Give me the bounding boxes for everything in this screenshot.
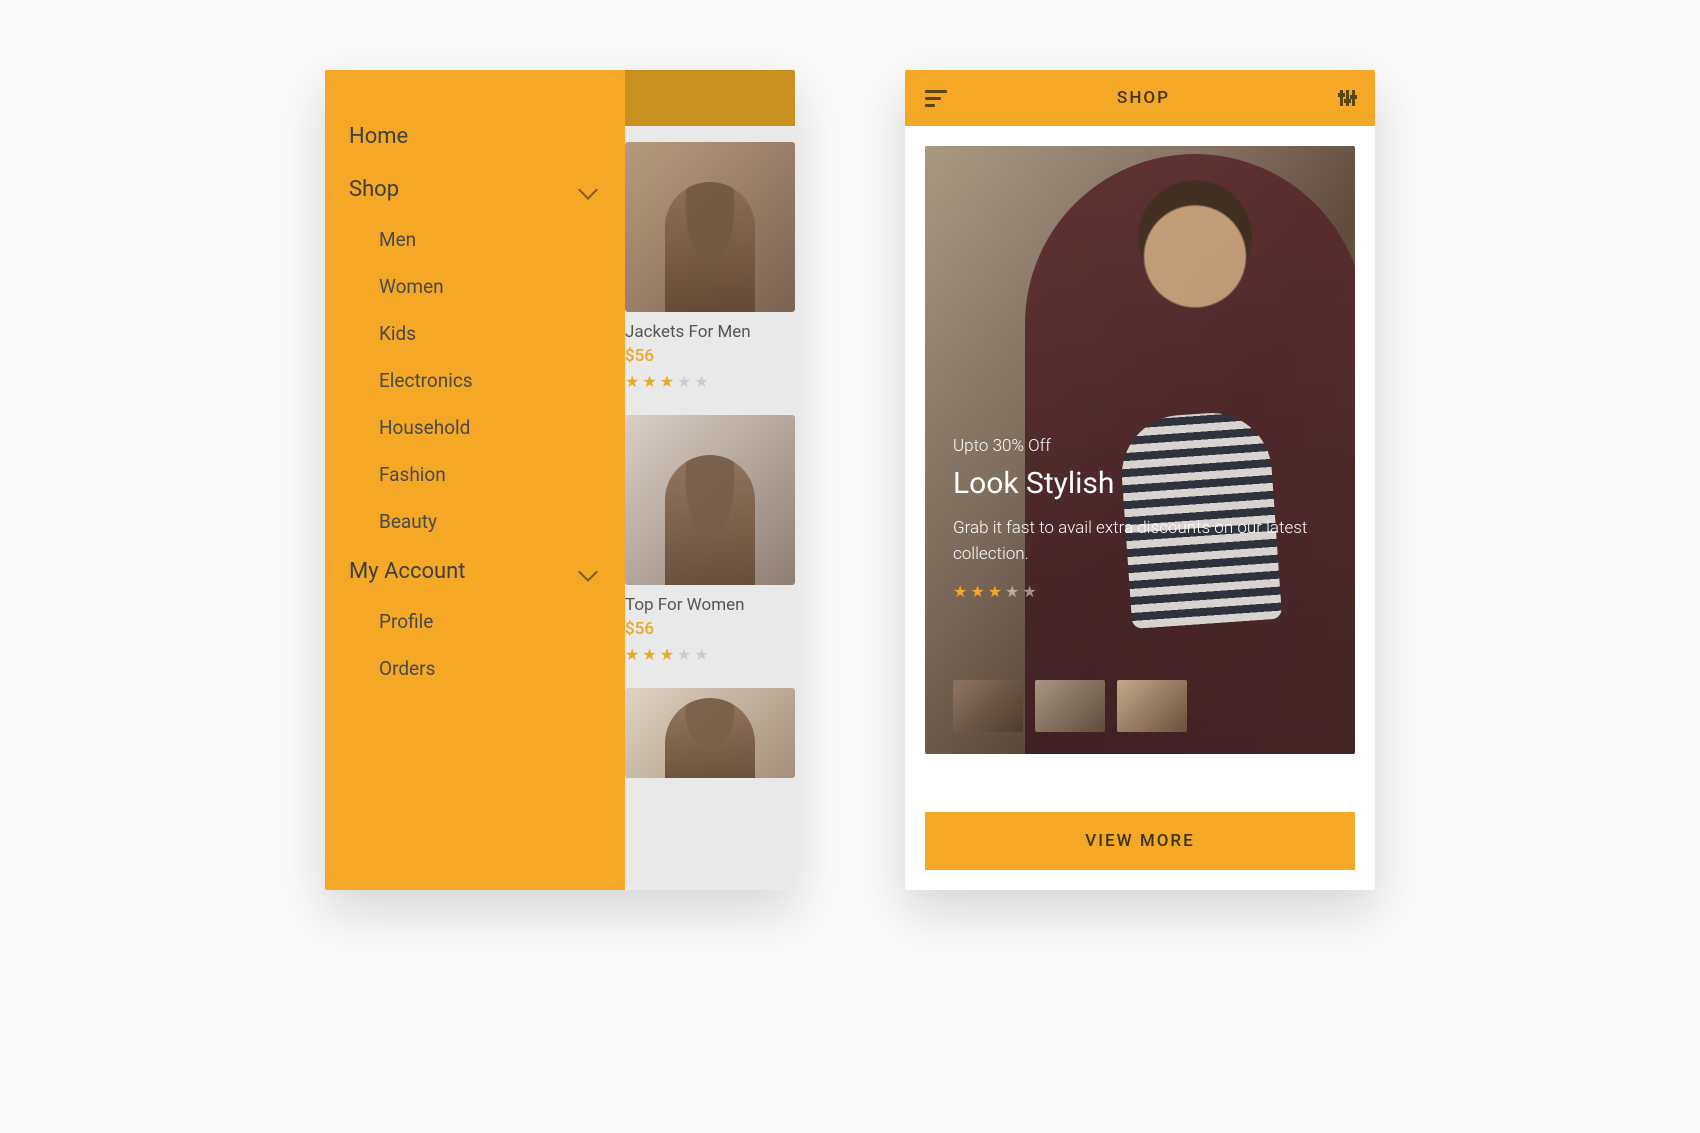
nav-drawer: Home Shop Men Women Kids Electronics Hou… [325,70,625,890]
product-image [625,415,795,585]
product-image [625,142,795,312]
header-bar: SHOP [905,70,1375,126]
nav-account-orders[interactable]: Orders [349,645,601,692]
nav-account[interactable]: My Account [349,545,601,598]
nav-shop-kids[interactable]: Kids [349,310,601,357]
view-more-button[interactable]: VIEW MORE [925,812,1355,870]
thumbnail[interactable] [1035,680,1105,732]
button-label: VIEW MORE [1085,831,1194,851]
chevron-down-icon [578,180,598,200]
product-price: $56 [625,619,779,639]
product-card[interactable]: Jackets For Men $56 ★★★★★ [625,142,779,391]
menu-icon[interactable] [925,90,947,106]
nav-label: My Account [349,559,465,584]
product-price: $56 [625,346,779,366]
nav-shop-beauty[interactable]: Beauty [349,498,601,545]
thumbnail[interactable] [953,680,1023,732]
product-image [625,688,795,778]
hero-headline: Look Stylish [953,466,1327,501]
nav-home[interactable]: Home [349,110,601,163]
hero-tag: Upto 30% Off [953,436,1327,456]
product-title: Top For Women [625,595,779,615]
screen-drawer: Jackets For Men $56 ★★★★★ Top For Women … [325,70,795,890]
nav-label: Home [349,124,408,149]
nav-shop-electronics[interactable]: Electronics [349,357,601,404]
product-rating: ★★★★★ [625,645,779,664]
hero-banner[interactable]: Upto 30% Off Look Stylish Grab it fast t… [925,146,1355,754]
page-title: SHOP [1117,88,1170,108]
nav-shop-fashion[interactable]: Fashion [349,451,601,498]
hero-description: Grab it fast to avail extra discounts on… [953,515,1327,568]
nav-account-profile[interactable]: Profile [349,598,601,645]
product-rating: ★★★★★ [625,372,779,391]
product-list: Jackets For Men $56 ★★★★★ Top For Women … [625,126,795,890]
hero-content: Upto 30% Off Look Stylish Grab it fast t… [953,436,1327,601]
hero-rating: ★★★★★ [953,582,1327,601]
product-card[interactable]: Top For Women $56 ★★★★★ [625,415,779,664]
product-card[interactable] [625,688,779,778]
nav-label: Shop [349,177,399,202]
nav-shop[interactable]: Shop [349,163,601,216]
thumbnail[interactable] [1117,680,1187,732]
hero-thumbnails [953,680,1187,732]
filter-icon[interactable] [1340,90,1355,106]
chevron-down-icon [578,562,598,582]
nav-shop-men[interactable]: Men [349,216,601,263]
nav-shop-women[interactable]: Women [349,263,601,310]
screen-shop: SHOP Upto 30% Off Look Stylish Grab it f… [905,70,1375,890]
nav-shop-household[interactable]: Household [349,404,601,451]
product-title: Jackets For Men [625,322,779,342]
